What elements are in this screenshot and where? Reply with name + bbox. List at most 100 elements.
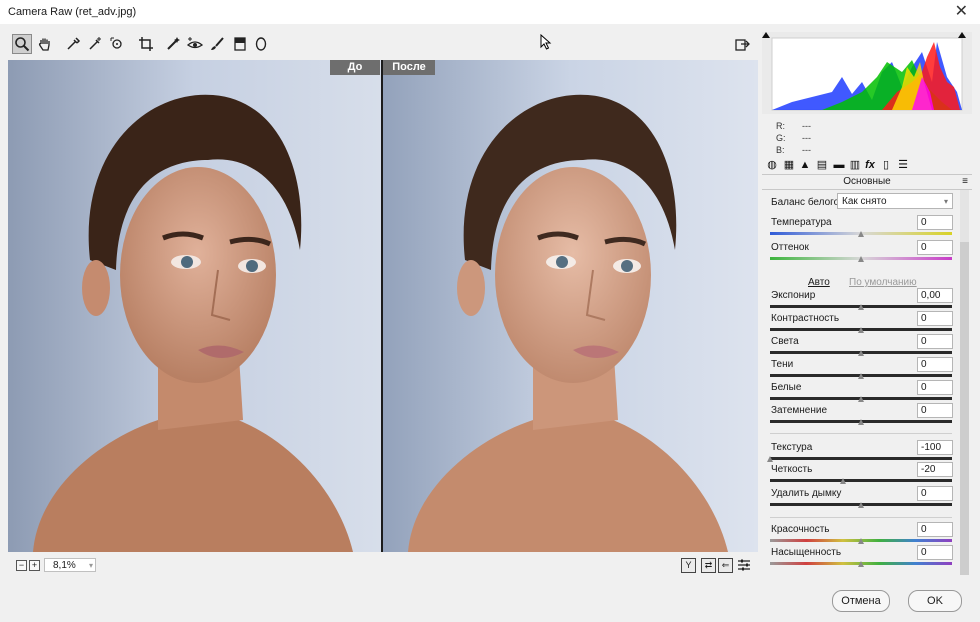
control-label: Текстура: [771, 442, 813, 453]
control-value-field[interactable]: -100: [917, 440, 953, 455]
control-label: Белые: [771, 382, 802, 393]
view-settings-icon[interactable]: [736, 556, 752, 574]
before-after-view-icon[interactable]: Y: [681, 558, 696, 573]
tab-effects-icon[interactable]: fx: [863, 158, 877, 172]
target-adjust-icon[interactable]: [107, 34, 127, 54]
control-value-field[interactable]: -20: [917, 462, 953, 477]
red-eye-icon[interactable]: [185, 34, 205, 54]
tab-basic-icon[interactable]: ◍: [765, 158, 779, 172]
control-value-field[interactable]: 0,00: [917, 288, 953, 303]
control-label: Света: [771, 336, 799, 347]
color-sampler-icon[interactable]: [85, 34, 105, 54]
control-slider[interactable]: [770, 457, 952, 460]
control-label: Удалить дымку: [771, 488, 842, 499]
slider-thumb[interactable]: [858, 561, 864, 567]
control-value-field[interactable]: 0: [917, 240, 953, 255]
slider-thumb[interactable]: [858, 304, 864, 310]
slider-thumb[interactable]: [858, 396, 864, 402]
control-label: Затемнение: [771, 405, 828, 416]
g-label: G:: [776, 133, 786, 143]
rgb-readout: R: --- G: --- B: ---: [762, 116, 972, 156]
after-image: [383, 60, 758, 552]
control-value-field[interactable]: 0: [917, 403, 953, 418]
slider-thumb[interactable]: [858, 373, 864, 379]
control-value-field[interactable]: 0: [917, 334, 953, 349]
divider: [770, 433, 952, 434]
tab-hsl-icon[interactable]: ▤: [815, 158, 829, 172]
tab-calibration-icon[interactable]: ▯: [879, 158, 893, 172]
cancel-button[interactable]: Отмена: [832, 590, 890, 612]
settings-panel: R: --- G: --- B: --- ◍ ▦ ▲ ▤ ▬ ▥ fx ▯ ☰ …: [762, 32, 972, 580]
slider-thumb[interactable]: [858, 502, 864, 508]
graduated-filter-icon[interactable]: [230, 34, 250, 54]
radial-filter-icon[interactable]: [251, 34, 271, 54]
divider: [770, 517, 952, 518]
title-bar: Camera Raw (ret_adv.jpg) ✕: [0, 0, 980, 24]
white-balance-value: Как снято: [842, 196, 887, 207]
control-value-field[interactable]: 0: [917, 486, 953, 501]
slider-thumb[interactable]: [858, 327, 864, 333]
r-label: R:: [776, 121, 785, 131]
slider-thumb[interactable]: [858, 350, 864, 356]
chevron-down-icon: ▾: [88, 561, 93, 570]
control-label: Оттенок: [771, 242, 809, 253]
hand-icon[interactable]: [35, 34, 55, 54]
toolbar: [8, 32, 758, 58]
control-value-field[interactable]: 0: [917, 545, 953, 560]
control-label: Температура: [771, 217, 832, 228]
white-balance-select[interactable]: Как снято ▾: [837, 193, 953, 209]
slider-thumb[interactable]: [858, 256, 864, 262]
control-value-field[interactable]: 0: [917, 357, 953, 372]
adjustment-brush-icon[interactable]: [207, 34, 227, 54]
control-label: Насыщенность: [771, 547, 842, 558]
zoom-out-icon[interactable]: −: [16, 560, 27, 571]
window-title: Camera Raw (ret_adv.jpg): [8, 6, 137, 18]
zoom-in-icon[interactable]: +: [29, 560, 40, 571]
eyedropper-icon[interactable]: [63, 34, 83, 54]
ok-button[interactable]: OK: [908, 590, 962, 612]
image-viewer[interactable]: До После: [8, 60, 758, 552]
before-label: До: [330, 60, 380, 75]
zoom-level-select[interactable]: 8,1% ▾: [44, 558, 96, 572]
g-value: ---: [802, 133, 811, 143]
close-icon[interactable]: ✕: [955, 1, 968, 21]
control-label: Тени: [771, 359, 794, 370]
panel-tabs: ◍ ▦ ▲ ▤ ▬ ▥ fx ▯ ☰: [762, 156, 972, 174]
zoom-bar: − + 8,1% ▾ Y ⇄ ⇐: [8, 556, 758, 576]
mouse-pointer-icon: [540, 33, 552, 53]
tab-lens-icon[interactable]: ▥: [848, 158, 862, 172]
tab-split-toning-icon[interactable]: ▬: [832, 158, 846, 172]
b-value: ---: [802, 145, 811, 155]
control-label: Красочность: [771, 524, 830, 535]
control-label: Контрастность: [771, 313, 840, 324]
swap-settings-icon[interactable]: ⇄: [701, 558, 716, 573]
panel-menu-icon[interactable]: ≡: [962, 175, 968, 189]
scrollbar-thumb[interactable]: [960, 242, 969, 575]
crop-icon[interactable]: [136, 34, 156, 54]
control-label: Четкость: [771, 464, 813, 475]
slider-thumb[interactable]: [858, 538, 864, 544]
tab-tone-curve-icon[interactable]: ▦: [782, 158, 796, 172]
tab-detail-icon[interactable]: ▲: [798, 158, 812, 172]
zoom-icon[interactable]: [12, 34, 32, 54]
control-value-field[interactable]: 0: [917, 311, 953, 326]
export-icon[interactable]: [732, 34, 752, 54]
slider-thumb[interactable]: [767, 456, 773, 462]
tab-presets-icon[interactable]: ☰: [896, 158, 910, 172]
b-label: B:: [776, 145, 785, 155]
copy-settings-icon[interactable]: ⇐: [718, 558, 733, 573]
histogram: [762, 32, 972, 114]
white-balance-label: Баланс белого:: [771, 197, 842, 208]
control-value-field[interactable]: 0: [917, 380, 953, 395]
slider-thumb[interactable]: [839, 478, 846, 484]
auto-link[interactable]: Авто: [808, 277, 830, 288]
default-link[interactable]: По умолчанию: [849, 277, 917, 288]
control-value-field[interactable]: 0: [917, 522, 953, 537]
control-value-field[interactable]: 0: [917, 215, 953, 230]
control-slider[interactable]: [770, 479, 952, 482]
slider-thumb[interactable]: [858, 419, 864, 425]
slider-thumb[interactable]: [858, 231, 864, 237]
r-value: ---: [802, 121, 811, 131]
spot-removal-icon[interactable]: [163, 34, 183, 54]
after-label: После: [383, 60, 435, 75]
